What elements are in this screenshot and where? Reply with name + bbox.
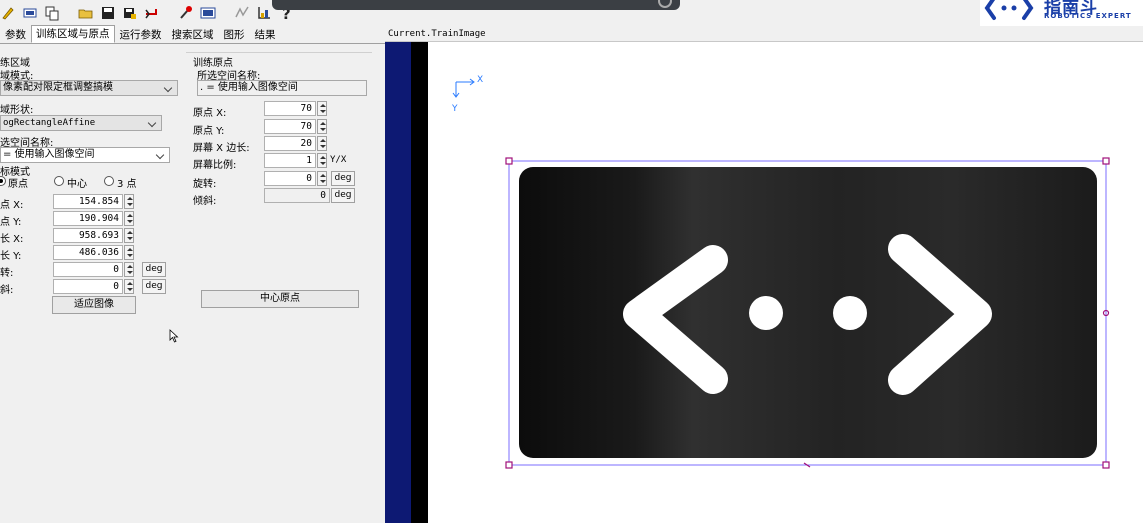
fit-image-button[interactable]: 适应图像 — [52, 296, 136, 314]
skew-deg-button[interactable]: deg — [142, 279, 166, 294]
radio-center-label: 中心 — [67, 179, 87, 190]
train-skew-label: 倾斜: — [193, 196, 217, 207]
roi-icon[interactable] — [22, 5, 38, 21]
screen-ratio-unit: Y/X — [330, 155, 347, 165]
skew-label: 斜: — [0, 285, 14, 296]
close-icon[interactable] — [658, 0, 672, 8]
tab-search-region[interactable]: 搜索区域 — [167, 26, 219, 43]
origin-y-field[interactable]: 190.904 — [53, 211, 123, 226]
radio-center[interactable] — [54, 176, 64, 186]
save-as-icon[interactable] — [122, 5, 138, 21]
tab-results[interactable]: 结果 — [250, 26, 281, 43]
screen-ratio-label: 屏幕比例: — [193, 160, 237, 171]
tab-params[interactable]: 参数 — [0, 26, 31, 43]
space-name-select[interactable]: = 使用输入图像空间 — [0, 147, 170, 163]
chevron-down-icon — [148, 117, 158, 129]
center-origin-button[interactable]: 中心原点 — [201, 290, 359, 308]
dot-icon — [833, 296, 867, 330]
origin-x-spinner[interactable] — [124, 194, 134, 209]
skew-spinner[interactable] — [124, 279, 134, 294]
image-viewer: Current.TrainImage X Y — [385, 26, 1143, 523]
image-canvas[interactable]: X Y — [385, 42, 1143, 523]
length-y-spinner[interactable] — [124, 245, 134, 260]
origin-space-name-field: . = 使用输入图像空间 — [197, 80, 367, 96]
length-x-label: 长 X: — [0, 234, 24, 245]
screen-x-length-label: 屏幕 X 边长: — [193, 143, 250, 154]
pencil-icon[interactable] — [0, 5, 16, 21]
region-shape-label: 域形状: — [0, 105, 34, 116]
region-shape-select[interactable]: ogRectangleAffine — [0, 115, 162, 131]
tab-train-region[interactable]: 训练区域与原点 — [31, 25, 115, 43]
tab-graphics[interactable]: 图形 — [219, 26, 250, 43]
rotation-spinner[interactable] — [124, 262, 134, 277]
train-skew-deg-button[interactable]: deg — [331, 188, 355, 203]
roi-handle[interactable] — [505, 461, 513, 469]
roi-handle[interactable] — [1102, 157, 1110, 165]
tab-bar: 参数 训练区域与原点 运行参数 搜索区域 图形 结果 — [0, 25, 385, 44]
chevron-down-icon — [156, 149, 166, 161]
viewer-title: Current.TrainImage — [385, 26, 1143, 42]
train-rotation-spinner[interactable] — [317, 171, 327, 186]
skew-field[interactable]: 0 — [53, 279, 123, 294]
radio-origin[interactable] — [0, 176, 6, 186]
screen-ratio-field[interactable]: 1 — [264, 153, 316, 168]
roi-handle[interactable] — [1102, 461, 1110, 469]
radio-origin-label: 原点 — [8, 179, 28, 190]
logo-mark-icon — [984, 0, 1034, 20]
undo-icon[interactable] — [144, 5, 160, 21]
length-x-field[interactable]: 958.693 — [53, 228, 123, 243]
settings-panel: 练区域 域模式: 像素配对限定框调整搞模 域形状: ogRectangleAff… — [0, 44, 385, 523]
brand-logo: 指南斗 ROBOTICS EXPERT — [980, 0, 1143, 26]
image-icon[interactable] — [200, 5, 216, 21]
mouse-cursor-icon — [169, 329, 179, 343]
train-origin-y-field[interactable]: 70 — [264, 119, 316, 134]
train-icon[interactable] — [178, 5, 194, 21]
origin-x-field[interactable]: 154.854 — [53, 194, 123, 209]
rotation-deg-button[interactable]: deg — [142, 262, 166, 277]
train-origin-x-field[interactable]: 70 — [264, 101, 316, 116]
train-rotation-label: 旋转: — [193, 179, 217, 190]
origin-y-label: 点 Y: — [0, 217, 22, 228]
tab-run-params[interactable]: 运行参数 — [115, 26, 167, 43]
radio-3-point-label: 3 点 — [117, 179, 137, 190]
train-origin-x-spinner[interactable] — [317, 101, 327, 116]
graph-icon[interactable] — [256, 5, 272, 21]
dot-icon — [749, 296, 783, 330]
axes-marker-icon — [452, 78, 475, 98]
logo-text-en: ROBOTICS EXPERT — [1044, 12, 1132, 20]
axis-y-label: Y — [451, 104, 458, 114]
floating-control-bar — [272, 0, 680, 10]
screen-x-length-field[interactable]: 20 — [264, 136, 316, 151]
rotation-label: 转: — [0, 268, 14, 279]
copy-icon[interactable] — [44, 5, 60, 21]
screen-ratio-spinner[interactable] — [317, 153, 327, 168]
save-icon[interactable] — [100, 5, 116, 21]
train-skew-field: 0 — [264, 188, 330, 203]
train-image-overlay: X Y — [451, 75, 1110, 469]
open-folder-icon[interactable] — [78, 5, 94, 21]
rotation-field[interactable]: 0 — [53, 262, 123, 277]
train-origin-x-label: 原点 X: — [193, 108, 227, 119]
length-y-label: 长 Y: — [0, 251, 22, 262]
product-card-image — [519, 167, 1097, 458]
group-divider — [186, 52, 372, 53]
length-y-field[interactable]: 486.036 — [53, 245, 123, 260]
radio-3-point[interactable] — [104, 176, 114, 186]
train-rotation-field[interactable]: 0 — [264, 171, 316, 186]
origin-y-spinner[interactable] — [124, 211, 134, 226]
roi-handle[interactable] — [505, 157, 513, 165]
origin-x-label: 点 X: — [0, 200, 24, 211]
train-origin-y-spinner[interactable] — [317, 119, 327, 134]
axis-x-label: X — [477, 75, 483, 85]
screen-x-length-spinner[interactable] — [317, 136, 327, 151]
chevron-down-icon — [164, 82, 174, 94]
length-x-spinner[interactable] — [124, 228, 134, 243]
region-mode-select[interactable]: 像素配对限定框调整搞模 — [0, 80, 178, 96]
train-origin-y-label: 原点 Y: — [193, 126, 225, 137]
train-rotation-deg-button[interactable]: deg — [331, 171, 355, 186]
run-icon[interactable] — [234, 5, 250, 21]
